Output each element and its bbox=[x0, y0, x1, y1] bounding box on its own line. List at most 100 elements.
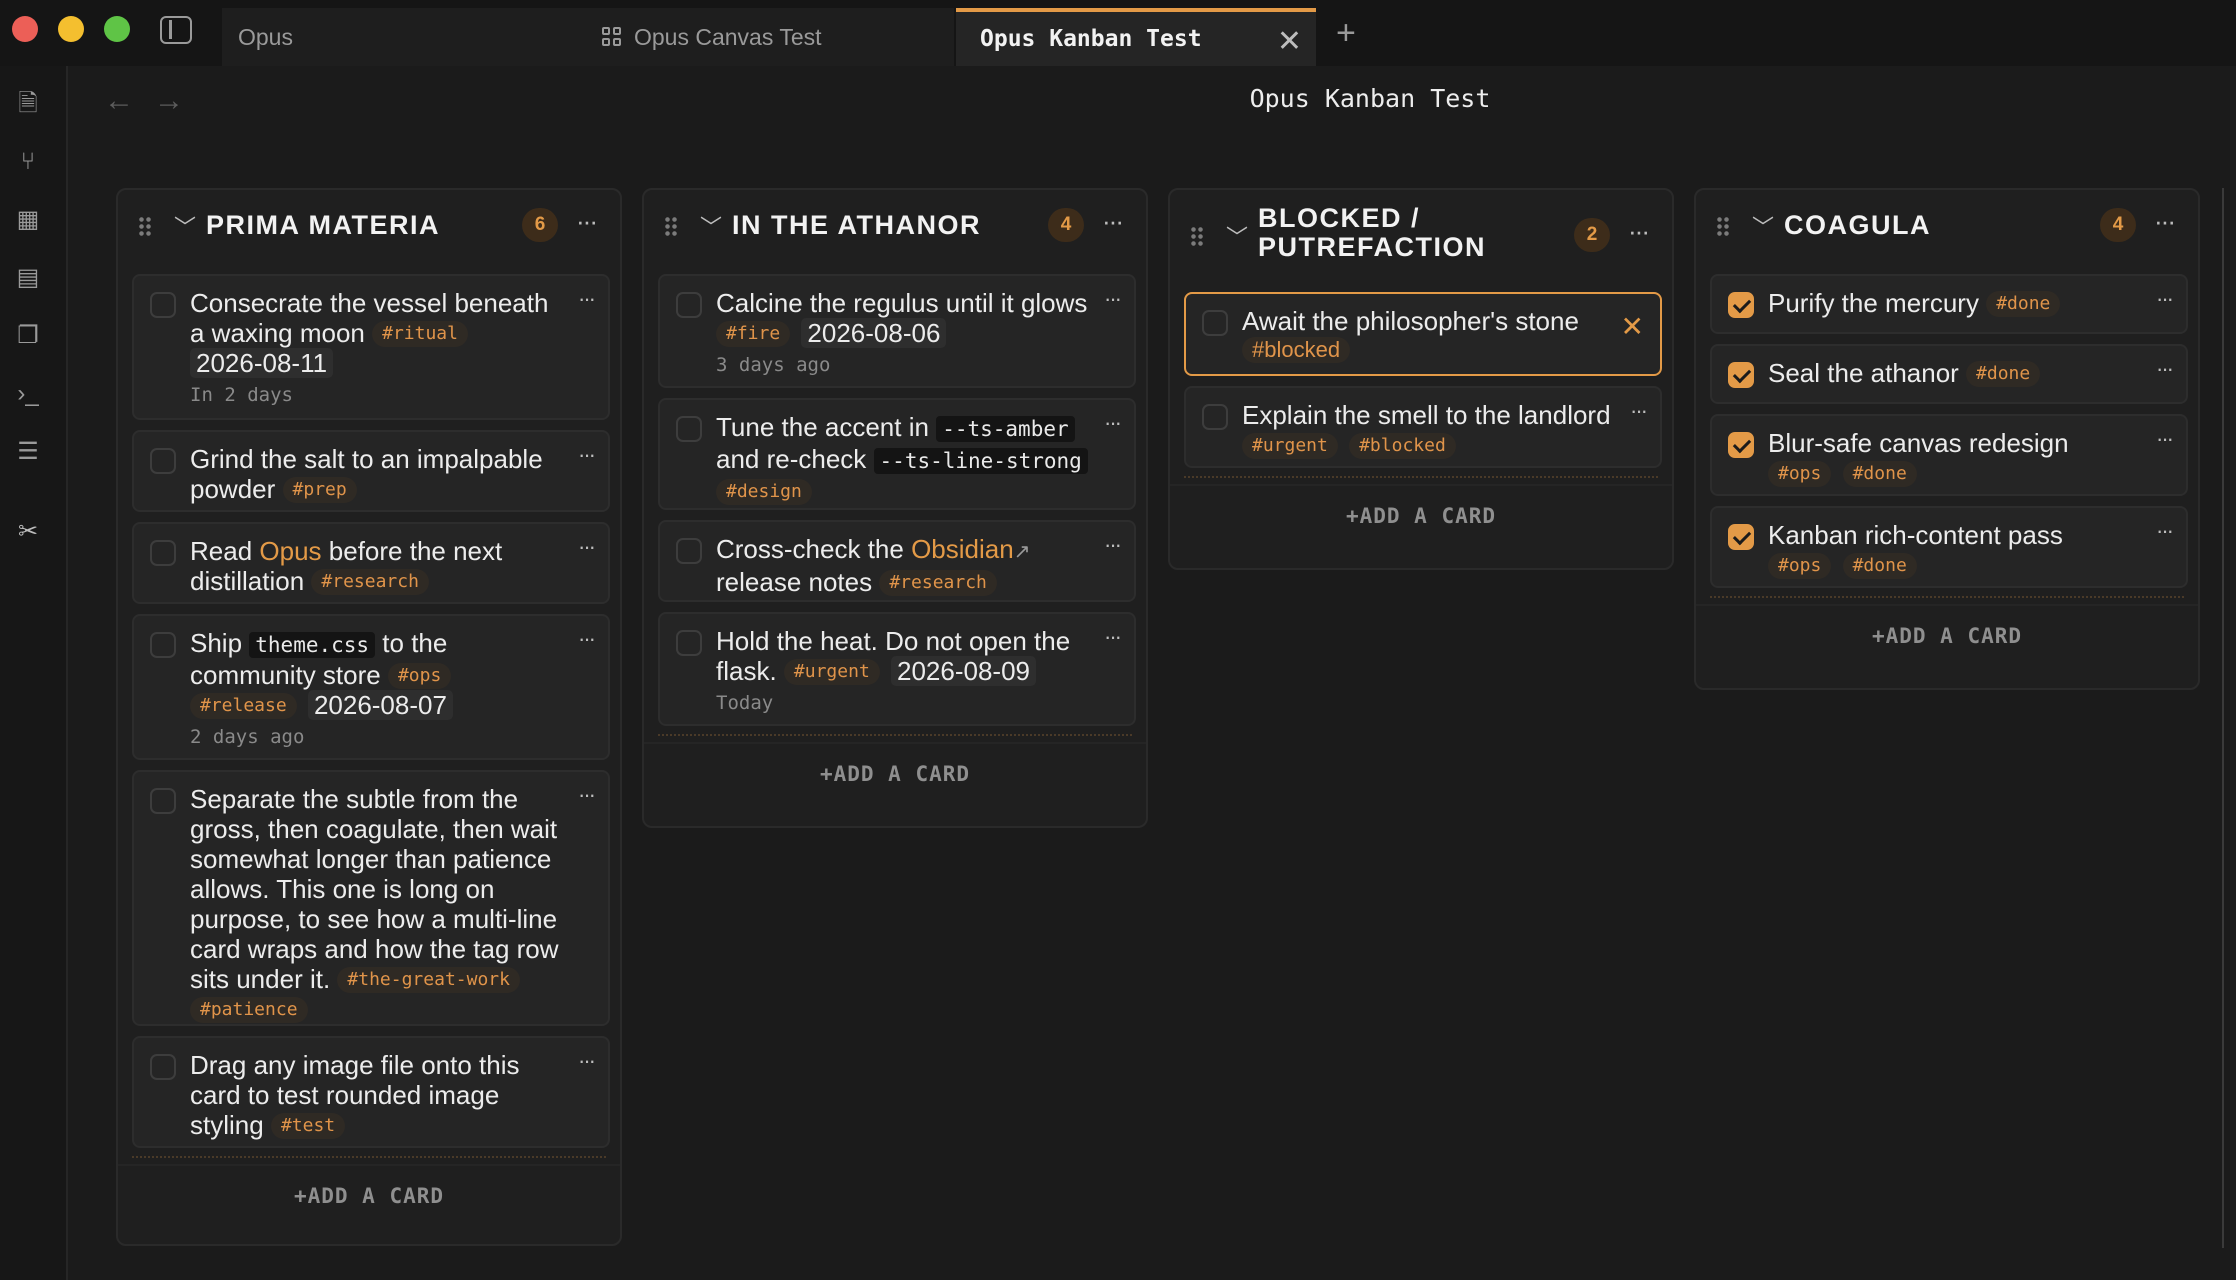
card-more-icon[interactable]: ··· bbox=[2156, 356, 2174, 382]
drag-handle-icon[interactable] bbox=[138, 216, 152, 236]
card-checkbox[interactable] bbox=[150, 448, 176, 474]
card[interactable]: Blur-safe canvas redesign #ops #done ··· bbox=[1710, 414, 2188, 496]
tag[interactable]: #release bbox=[190, 693, 297, 719]
tag[interactable]: #done bbox=[1966, 361, 2041, 387]
card-more-icon[interactable]: ··· bbox=[2156, 426, 2174, 452]
chevron-down-icon[interactable]: ﹀ bbox=[1226, 220, 1248, 252]
card-checkbox[interactable] bbox=[150, 788, 176, 814]
tag[interactable]: #done bbox=[1986, 291, 2061, 317]
card[interactable]: Separate the subtle from the gross, then… bbox=[132, 770, 610, 1026]
tools-icon[interactable]: ✂ bbox=[14, 518, 42, 546]
tag[interactable]: #done bbox=[1842, 461, 1917, 487]
back-arrow-icon[interactable]: ← bbox=[104, 84, 134, 118]
terminal-icon[interactable]: ›_ bbox=[14, 380, 42, 408]
card-more-icon[interactable]: ··· bbox=[578, 626, 596, 652]
card-more-icon[interactable]: ··· bbox=[1104, 410, 1122, 436]
tab-opus-kanban-test[interactable]: Opus Kanban Test ✕ bbox=[956, 8, 1316, 66]
copy-icon[interactable]: ❐ bbox=[14, 322, 42, 350]
add-card-button[interactable]: +ADD A CARD bbox=[1170, 484, 1672, 544]
forward-arrow-icon[interactable]: → bbox=[154, 84, 184, 118]
tag[interactable]: #fire bbox=[716, 321, 791, 347]
tab-opus-canvas-test[interactable]: Opus Canvas Test bbox=[582, 8, 954, 66]
tag[interactable]: #test bbox=[270, 1113, 346, 1139]
lane-more-icon[interactable]: ··· bbox=[1628, 216, 1650, 247]
card-more-icon[interactable]: ··· bbox=[2156, 286, 2174, 312]
card-date[interactable]: 2026-08-09 bbox=[891, 656, 1037, 686]
tag[interactable]: #patience bbox=[190, 997, 308, 1023]
external-link[interactable]: Obsidian bbox=[911, 534, 1014, 564]
card-checkbox-checked[interactable] bbox=[1728, 362, 1754, 388]
card-checkbox[interactable] bbox=[1202, 404, 1228, 430]
chevron-down-icon[interactable]: ﹀ bbox=[174, 210, 196, 242]
card-checkbox[interactable] bbox=[150, 1054, 176, 1080]
lane-more-icon[interactable]: ··· bbox=[576, 206, 598, 237]
drag-handle-icon[interactable] bbox=[664, 216, 678, 236]
add-card-button[interactable]: +ADD A CARD bbox=[1696, 604, 2198, 664]
drag-handle-icon[interactable] bbox=[1716, 216, 1730, 236]
lane-more-icon[interactable]: ··· bbox=[2154, 206, 2176, 237]
card[interactable]: Consecrate the vessel beneath a waxing m… bbox=[132, 274, 610, 420]
zoom-window-button[interactable] bbox=[104, 16, 130, 42]
card[interactable]: Calcine the regulus until it glows #fire… bbox=[658, 274, 1136, 388]
card[interactable]: Tune the accent in --ts-amber and re-che… bbox=[658, 398, 1136, 510]
graph-icon[interactable]: ⑂ bbox=[14, 148, 42, 176]
card-date[interactable]: 2026-08-07 bbox=[307, 690, 453, 720]
close-icon[interactable]: ✕ bbox=[1621, 310, 1644, 343]
card-checkbox[interactable] bbox=[676, 416, 702, 442]
tag[interactable]: #done bbox=[1842, 553, 1917, 579]
card[interactable]: Seal the athanor #done ··· bbox=[1710, 344, 2188, 404]
card-checkbox[interactable] bbox=[1202, 310, 1228, 336]
tag[interactable]: #ops bbox=[1768, 461, 1832, 487]
card-checkbox-checked[interactable] bbox=[1728, 292, 1754, 318]
card-more-icon[interactable]: ··· bbox=[578, 442, 596, 468]
card-checkbox[interactable] bbox=[150, 632, 176, 658]
card-more-icon[interactable]: ··· bbox=[578, 286, 596, 312]
card[interactable]: Await the philosopher's stone #blocked ✕ bbox=[1184, 292, 1662, 376]
lane-more-icon[interactable]: ··· bbox=[1102, 206, 1124, 237]
list-icon[interactable]: ☰ bbox=[14, 438, 42, 466]
card-more-icon[interactable]: ··· bbox=[578, 1048, 596, 1074]
new-tab-icon[interactable]: + bbox=[1336, 14, 1356, 53]
card[interactable]: Ship theme.css to the community store #o… bbox=[132, 614, 610, 760]
tag[interactable]: #prep bbox=[282, 477, 357, 503]
internal-link[interactable]: Opus bbox=[259, 536, 321, 566]
card-checkbox-checked[interactable] bbox=[1728, 524, 1754, 550]
card[interactable]: Cross-check the Obsidian↗ release notes … bbox=[658, 520, 1136, 602]
add-card-button[interactable]: +ADD A CARD bbox=[644, 742, 1146, 802]
card-date[interactable]: 2026-08-06 bbox=[801, 318, 947, 348]
close-window-button[interactable] bbox=[12, 16, 38, 42]
card-checkbox[interactable] bbox=[150, 540, 176, 566]
card-more-icon[interactable]: ··· bbox=[1104, 532, 1122, 558]
tag[interactable]: #blocked bbox=[1242, 337, 1351, 363]
card[interactable]: Read Opus before the next distillation #… bbox=[132, 522, 610, 604]
tag[interactable]: #ritual bbox=[372, 321, 468, 347]
chevron-down-icon[interactable]: ﹀ bbox=[1752, 210, 1774, 242]
card-more-icon[interactable]: ··· bbox=[1104, 286, 1122, 312]
card[interactable]: Drag any image file onto this card to te… bbox=[132, 1036, 610, 1148]
tag[interactable]: #design bbox=[716, 479, 812, 505]
tab-opus[interactable]: Opus bbox=[222, 8, 582, 66]
add-card-button[interactable]: +ADD A CARD bbox=[118, 1164, 620, 1224]
card-checkbox-checked[interactable] bbox=[1728, 432, 1754, 458]
card-more-icon[interactable]: ··· bbox=[2156, 518, 2174, 544]
card-checkbox[interactable] bbox=[676, 630, 702, 656]
sidebar-toggle-icon[interactable] bbox=[160, 16, 192, 44]
tag[interactable]: #urgent bbox=[783, 659, 880, 685]
minimize-window-button[interactable] bbox=[58, 16, 84, 42]
card[interactable]: Grind the salt to an impalpable powder #… bbox=[132, 430, 610, 512]
card-more-icon[interactable]: ··· bbox=[1630, 398, 1648, 424]
tag[interactable]: #the-great-work bbox=[337, 967, 520, 993]
card-date[interactable]: 2026-08-11 bbox=[190, 348, 334, 378]
card-more-icon[interactable]: ··· bbox=[578, 782, 596, 808]
card-checkbox[interactable] bbox=[676, 538, 702, 564]
card[interactable]: Purify the mercury #done ··· bbox=[1710, 274, 2188, 334]
card[interactable]: Hold the heat. Do not open the flask. #u… bbox=[658, 612, 1136, 726]
drag-handle-icon[interactable] bbox=[1190, 226, 1204, 246]
tag[interactable]: #blocked bbox=[1349, 433, 1456, 459]
chevron-down-icon[interactable]: ﹀ bbox=[700, 210, 722, 242]
card-checkbox[interactable] bbox=[676, 292, 702, 318]
calendar-icon[interactable]: ▤ bbox=[14, 264, 42, 292]
tag[interactable]: #research bbox=[311, 569, 429, 595]
card[interactable]: Kanban rich-content pass #ops #done ··· bbox=[1710, 506, 2188, 588]
tag[interactable]: #research bbox=[879, 570, 997, 596]
